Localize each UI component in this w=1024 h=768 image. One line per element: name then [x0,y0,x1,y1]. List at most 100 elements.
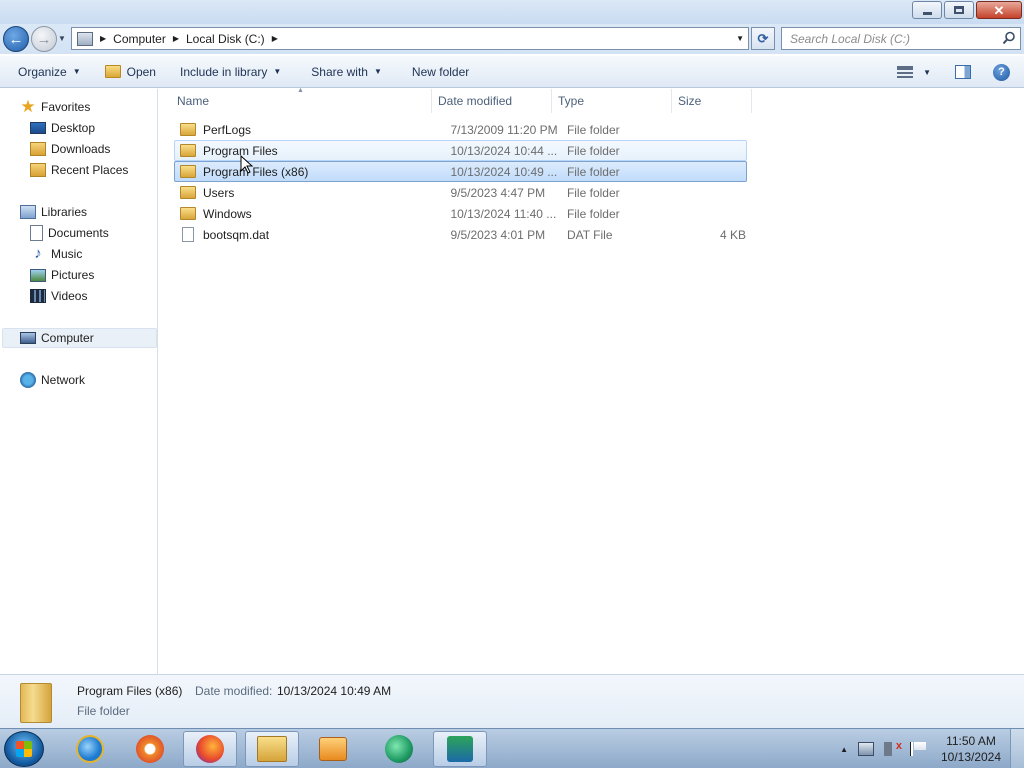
recent-pages-dropdown[interactable]: ▼ [58,34,66,43]
music-note-icon: ♪ [34,245,42,262]
new-folder-button[interactable]: New folder [403,60,478,84]
organize-label: Organize [18,64,67,79]
chevron-down-icon: ▼ [923,67,931,77]
column-header-date-modified[interactable]: Date modified [432,89,552,113]
sidebar-item-desktop[interactable]: Desktop [30,118,95,138]
file-row[interactable]: Users 9/5/2023 4:47 PM File folder [174,182,747,203]
clock[interactable]: 11:50 AM 10/13/2024 [936,733,1006,765]
start-button[interactable] [4,731,44,767]
taskbar-app-tool[interactable] [433,731,487,767]
file-name: Windows [203,206,252,221]
include-in-library-button[interactable]: Include in library ▼ [171,60,290,84]
file-date: 10/13/2024 10:49 ... [450,164,558,179]
network-tray-icon[interactable] [858,742,874,756]
taskbar-app-explorer[interactable] [245,731,299,767]
forward-button[interactable]: → [31,26,57,52]
breadcrumb-computer[interactable]: Computer [113,32,166,46]
forward-arrow-icon: → [36,30,52,48]
address-dropdown-icon[interactable]: ▼ [736,34,744,43]
sidebar-item-label: Pictures [51,268,95,282]
search-box[interactable] [781,27,1021,50]
sidebar-item-network[interactable]: Network [20,370,85,390]
file-icon [182,227,194,242]
taskbar-app-brave[interactable] [123,731,177,767]
minimize-button[interactable] [912,1,942,19]
search-input[interactable] [782,28,982,49]
open-button[interactable]: Open [96,60,165,84]
volume-muted-icon[interactable] [884,740,902,756]
sidebar-item-computer[interactable]: Computer [2,328,157,348]
folder-icon [180,165,196,178]
file-type: File folder [566,164,620,179]
column-header-label: Name [177,94,210,108]
media-player-icon [319,737,347,761]
details-item-name: Program Files (x86) [77,684,183,698]
film-strip-icon [30,289,46,303]
details-date-value: 10/13/2024 10:49 AM [277,684,392,698]
chevron-right-icon[interactable]: ▶ [100,34,106,43]
show-desktop-button[interactable] [1010,729,1024,768]
minimize-icon [922,11,932,15]
action-center-flag-icon[interactable] [910,742,926,756]
libraries-icon [20,205,36,219]
command-toolbar: Organize ▼ Open Include in library ▼ Share… [0,56,1024,88]
sidebar-item-documents[interactable]: Documents [30,223,109,243]
column-header-label: Date modified [438,94,513,108]
maximize-icon [954,6,964,14]
folder-icon [180,144,196,157]
file-type: DAT File [566,227,613,242]
preview-pane-icon[interactable] [955,65,971,79]
file-row[interactable]: bootsqm.dat 9/5/2023 4:01 PM DAT File 4 … [174,224,747,245]
explorer-folder-icon [257,736,287,762]
column-header-type[interactable]: Type [552,89,672,113]
taskbar-app-green[interactable] [372,731,426,767]
sidebar-item-recent-places[interactable]: Recent Places [30,160,128,180]
include-in-library-label: Include in library [179,64,268,79]
taskbar-app-firefox[interactable] [183,731,237,767]
clock-time: 11:50 AM [946,734,996,748]
chevron-right-icon[interactable]: ▶ [173,34,179,43]
view-controls: ▼ ? [893,60,1024,84]
file-row[interactable]: Program Files (x86) 10/13/2024 10:49 ...… [174,161,747,182]
sidebar-item-pictures[interactable]: Pictures [30,265,94,285]
organize-button[interactable]: Organize ▼ [9,60,90,84]
column-header-size[interactable]: Size [672,89,752,113]
details-date-label: Date modified: [195,684,273,698]
search-icon[interactable] [1002,31,1016,45]
file-row[interactable]: Program Files 10/13/2024 10:44 ... File … [174,140,747,161]
file-name: Users [203,185,235,200]
help-icon[interactable]: ? [993,63,1010,81]
breadcrumb-local-disk[interactable]: Local Disk (C:) [186,32,265,46]
file-row[interactable]: Windows 10/13/2024 11:40 ... File folder [174,203,747,224]
maximize-button[interactable] [944,1,974,19]
chevron-down-icon: ▼ [72,67,81,76]
file-date: 9/5/2023 4:47 PM [450,185,546,200]
back-button[interactable]: ← [3,26,29,52]
change-view-button[interactable]: ▼ [893,60,935,84]
sidebar-item-label: Desktop [51,121,96,135]
taskbar-app-media-player[interactable] [306,731,360,767]
refresh-icon: ⟳ [757,30,769,46]
column-header-name[interactable]: Name [171,89,432,113]
file-type: File folder [566,206,620,221]
show-hidden-icons-button[interactable]: ▲ [840,745,848,754]
clock-date: 10/13/2024 [940,750,1002,764]
sidebar-item-favorites[interactable]: ★ Favorites [20,97,90,117]
file-date: 10/13/2024 10:44 ... [450,143,558,158]
sidebar-item-downloads[interactable]: Downloads [30,139,110,159]
sidebar-item-videos[interactable]: Videos [30,286,87,306]
pictures-icon [30,268,46,282]
address-bar[interactable]: ▶ Computer ▶ Local Disk (C:) ▶ ▼ [71,27,749,50]
chevron-right-icon[interactable]: ▶ [272,34,278,43]
app-icon [447,736,473,762]
column-headers: ▲ Name Date modified Type Size [159,87,1024,113]
file-row[interactable]: PerfLogs 7/13/2009 11:20 PM File folder [174,119,747,140]
close-button[interactable]: ✕ [976,1,1022,19]
taskbar-app-internet-explorer[interactable] [63,731,117,767]
share-with-button[interactable]: Share with ▼ [302,60,391,84]
sidebar-item-music[interactable]: ♪ Music [30,244,82,264]
file-type: File folder [566,122,620,137]
refresh-button[interactable]: ⟳ [751,27,775,50]
sidebar-item-libraries[interactable]: Libraries [20,202,87,222]
green-app-icon [385,735,413,763]
